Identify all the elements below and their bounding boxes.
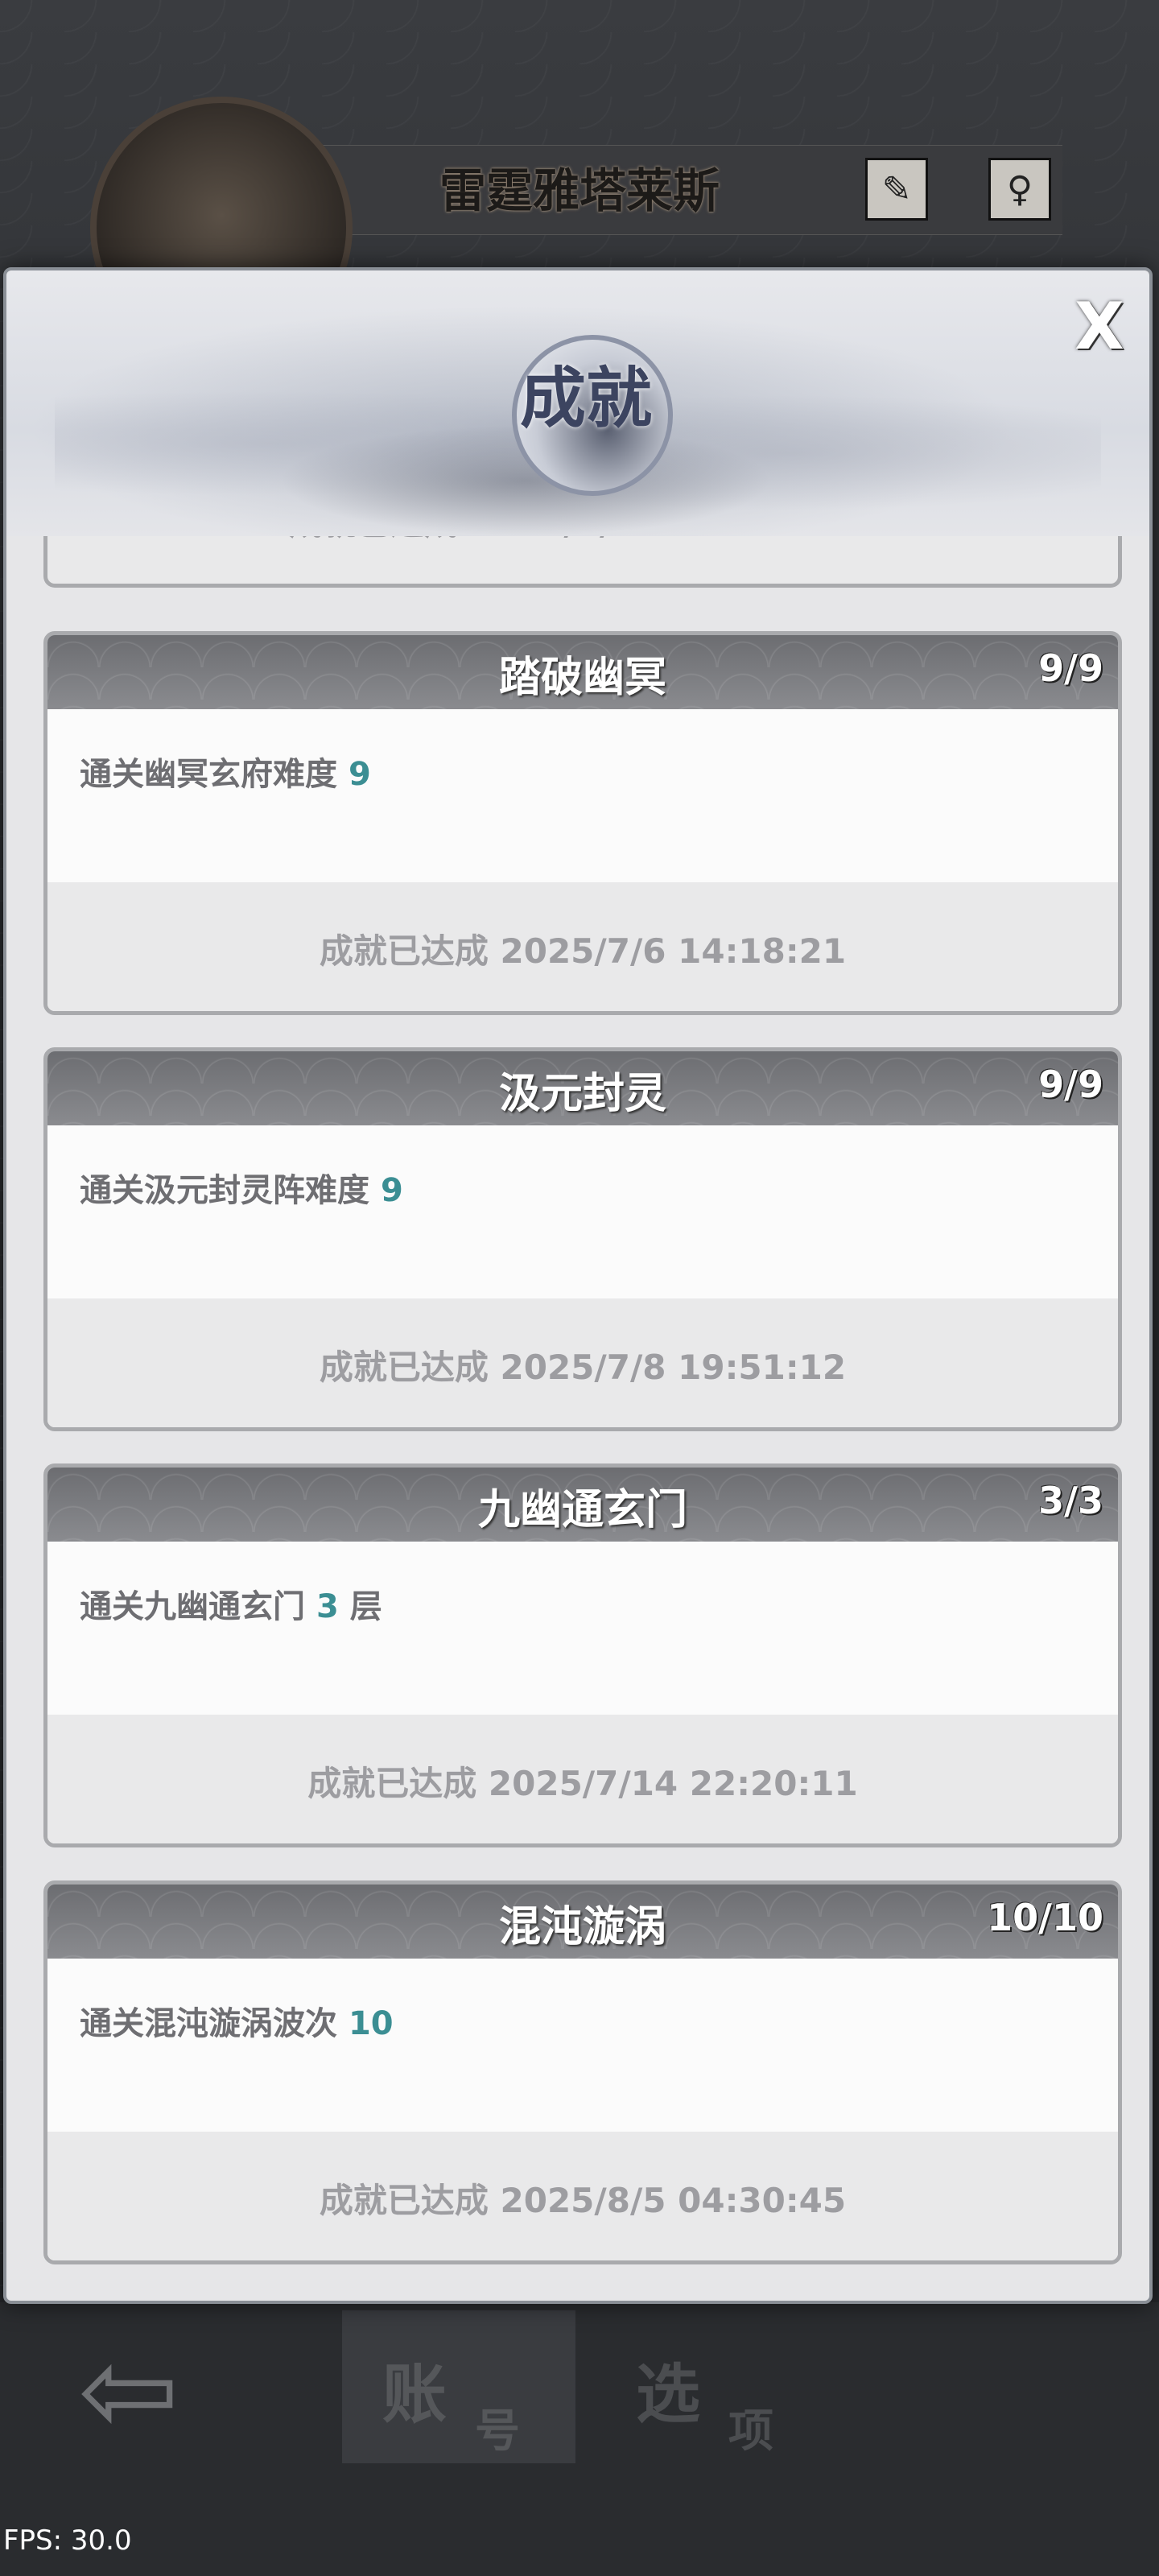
- brush-icon[interactable]: ✎: [865, 158, 928, 221]
- tab-account-sub: 号: [475, 2405, 520, 2458]
- desc-text: 通关九幽通玄门: [80, 1588, 305, 1625]
- achievement-card: 汲元封灵 9/9 通关汲元封灵阵难度 9 成就已达成 2025/7/8 19:5…: [43, 1047, 1122, 1431]
- desc-suffix: 层: [349, 1588, 382, 1625]
- achievement-header: 九幽通玄门 3/3: [47, 1468, 1118, 1542]
- achievement-body: 通关幽冥玄府难度 9: [47, 709, 1118, 882]
- achievement-progress: 10/10: [987, 1896, 1103, 1939]
- achievement-card: 混沌漩涡 10/10 通关混沌漩涡波次 10 成就已达成 2025/8/5 04…: [43, 1880, 1122, 2264]
- back-arrow-icon[interactable]: ⇦: [56, 2330, 201, 2451]
- fps-counter: FPS: 30.0: [3, 2524, 132, 2557]
- achievement-title: 汲元封灵: [498, 1069, 666, 1118]
- achievement-footer-bar: 成就已达成 2025/7/6 14:18:21: [47, 882, 1118, 1011]
- achievement-footer: 成就已达成 2025/8/5 04:30:45: [319, 2181, 847, 2220]
- achievement-progress: 3/3: [1038, 1479, 1103, 1522]
- desc-text: 通关混沌漩涡波次: [80, 2005, 337, 2042]
- achievement-footer-bar: 成就已达成 2025/8/5 04:30:45: [47, 2132, 1118, 2260]
- achievement-title: 踏破幽冥: [498, 653, 666, 702]
- achievement-footer: 成就已达成 2025/7/6 14:18:21: [319, 931, 847, 971]
- achievement-progress: 9/9: [1038, 646, 1103, 690]
- tab-account[interactable]: 账 号: [342, 2310, 575, 2463]
- achievement-footer: 成就已达成 2025/7/13 12:12:02: [289, 536, 839, 545]
- achievement-header: 踏破幽冥 9/9: [47, 635, 1118, 709]
- achievement-footer: 成就已达成 2025/7/8 19:51:12: [319, 1348, 847, 1387]
- achievement-header: 混沌漩涡 10/10: [47, 1885, 1118, 1959]
- desc-number: 9: [348, 756, 371, 793]
- achievement-description: 通关幽冥玄府难度 9: [80, 748, 371, 795]
- tab-options-label: 选: [636, 2356, 700, 2432]
- achievement-footer: 成就已达成 2025/7/14 22:20:11: [307, 1764, 858, 1803]
- tab-account-label: 账: [382, 2356, 447, 2432]
- achievement-footer-bar: 成就已达成 2025/7/14 22:20:11: [47, 1715, 1118, 1843]
- tab-options[interactable]: 选 项: [596, 2310, 829, 2463]
- achievement-card-partial: 成就已达成 2025/7/13 12:12:02: [43, 536, 1122, 588]
- achievement-progress: 9/9: [1038, 1063, 1103, 1106]
- tab-options-sub: 项: [728, 2405, 773, 2458]
- achievement-description: 通关混沌漩涡波次 10: [80, 1997, 394, 2044]
- achievement-body: 通关混沌漩涡波次 10: [47, 1959, 1118, 2132]
- modal-title: 成就: [519, 360, 652, 437]
- close-button[interactable]: X: [1067, 295, 1132, 359]
- achievement-description: 通关九幽通玄门 3 层: [80, 1580, 382, 1627]
- female-icon[interactable]: ♀: [988, 158, 1051, 221]
- achievement-title: 九幽通玄门: [477, 1485, 687, 1534]
- achievement-title: 混沌漩涡: [498, 1902, 666, 1951]
- achievement-body: 通关汲元封灵阵难度 9: [47, 1125, 1118, 1298]
- desc-number: 9: [380, 1172, 403, 1209]
- player-name: 雷霆雅塔莱斯: [439, 163, 720, 218]
- modal-header: 成就 X: [6, 270, 1149, 536]
- achievement-footer-bar: 成就已达成 2025/7/8 19:51:12: [47, 1298, 1118, 1427]
- desc-text: 通关幽冥玄府难度: [80, 756, 337, 793]
- desc-number: 10: [348, 2005, 394, 2042]
- achievement-header: 汲元封灵 9/9: [47, 1051, 1118, 1125]
- achievement-card: 踏破幽冥 9/9 通关幽冥玄府难度 9 成就已达成 2025/7/6 14:18…: [43, 631, 1122, 1015]
- achievement-list[interactable]: 成就已达成 2025/7/13 12:12:02 踏破幽冥 9/9 通关幽冥玄府…: [39, 536, 1127, 2267]
- achievement-body: 通关九幽通玄门 3 层: [47, 1542, 1118, 1715]
- desc-text: 通关汲元封灵阵难度: [80, 1172, 369, 1209]
- achievement-card: 九幽通玄门 3/3 通关九幽通玄门 3 层 成就已达成 2025/7/14 22…: [43, 1463, 1122, 1847]
- desc-number: 3: [316, 1588, 339, 1625]
- achievements-modal: 成就 X 成就已达成 2025/7/13 12:12:02 踏破幽冥 9/9 通…: [3, 267, 1153, 2304]
- achievement-description: 通关汲元封灵阵难度 9: [80, 1164, 403, 1211]
